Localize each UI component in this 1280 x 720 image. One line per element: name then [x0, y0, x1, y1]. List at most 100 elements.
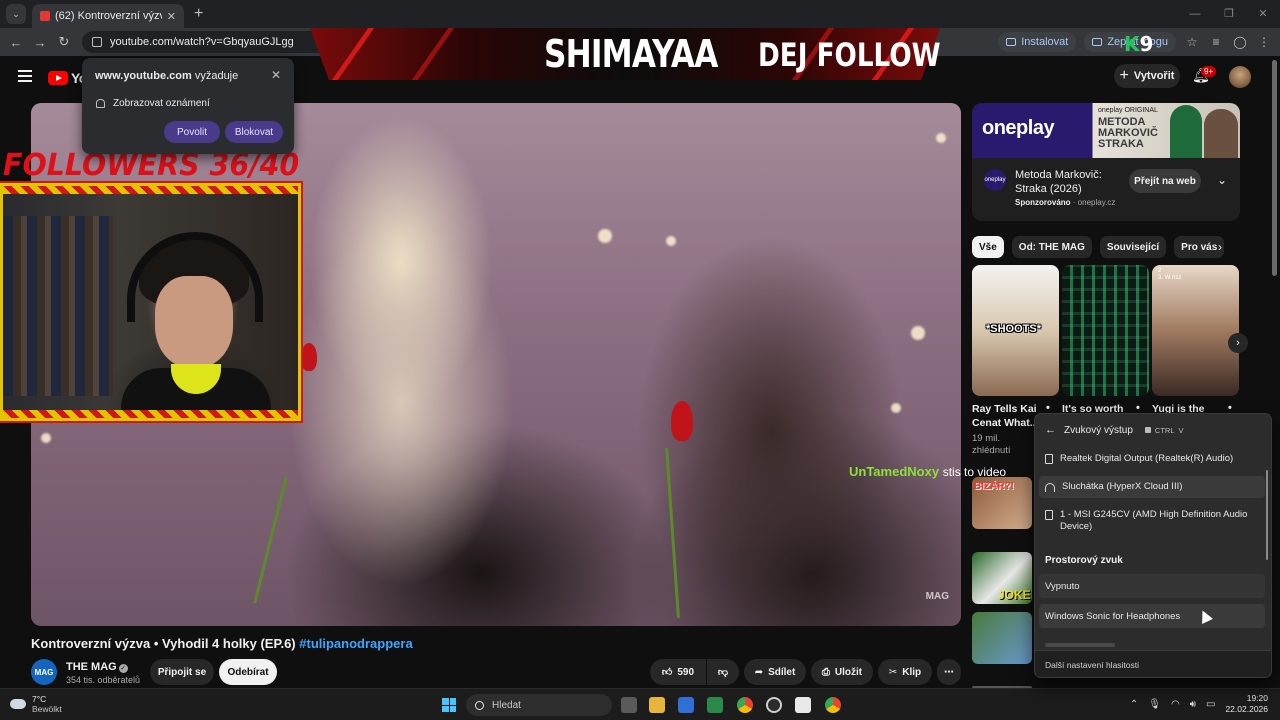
short-caption-text: Ray Tells Kai Cenat What...	[972, 403, 1039, 429]
store-icon[interactable]	[678, 697, 694, 713]
sponsored-ad-card[interactable]: oneplay oneplay ORIGINAL METODA MARKOVIČ S…	[972, 103, 1240, 221]
battery-icon[interactable]: ▭	[1206, 699, 1215, 710]
join-button[interactable]: Připojit se	[150, 659, 214, 685]
tab-close-icon[interactable]: ✕	[167, 10, 176, 23]
shortcut-ctrl: CTRL	[1154, 425, 1175, 435]
ad-advertiser-logo: oneplay	[984, 169, 1006, 191]
more-actions-button[interactable]: ⋯	[937, 659, 961, 685]
plus-icon: +	[1119, 67, 1129, 84]
vector-app-icon[interactable]	[707, 697, 723, 713]
dislike-button[interactable]: 👎︎	[707, 659, 739, 685]
audio-device-option[interactable]: 1 - MSI G245CV (AMD High Definition Audi…	[1039, 508, 1265, 538]
site-info-icon[interactable]	[92, 37, 102, 47]
install-app-button[interactable]: Instalovat	[998, 32, 1077, 52]
chip-related[interactable]: Související	[1099, 236, 1167, 258]
maximize-icon[interactable]: ❐	[1212, 0, 1246, 28]
install-label: Instalovat	[1021, 36, 1069, 48]
start-windows-icon[interactable]	[442, 698, 456, 712]
weather-widget[interactable]: 7°C Bewölkt	[10, 694, 62, 714]
save-button[interactable]: ⎙ Uložit	[811, 659, 873, 685]
permission-close-icon[interactable]: ✕	[271, 68, 281, 82]
chrome-profile-icon[interactable]	[825, 697, 841, 713]
chrome-icon[interactable]	[737, 697, 753, 713]
wifi-icon[interactable]: ◠	[1171, 699, 1180, 710]
browser-menu-icon[interactable]: ⋮	[1256, 35, 1272, 49]
bell-icon	[96, 99, 105, 108]
flyout-partially-hidden-item	[1045, 640, 1257, 650]
back-arrow-icon[interactable]: ←	[1045, 424, 1056, 436]
obs-icon[interactable]	[766, 697, 782, 713]
ad-visit-site-button[interactable]: Přejít na web	[1129, 169, 1201, 193]
permission-request-text: Zobrazovat oznámení	[113, 98, 210, 109]
audio-device-option-selected[interactable]: Sluchátka (HyperX Cloud III)	[1039, 476, 1265, 498]
media-controls-icon[interactable]: ≡	[1208, 35, 1224, 49]
channel-name-text: THE MAG	[66, 661, 117, 673]
channel-avatar[interactable]: MAG	[31, 659, 57, 685]
clip-button[interactable]: ✂ Klip	[878, 659, 932, 685]
like-button[interactable]: 👍︎ 590	[650, 659, 706, 685]
block-button[interactable]: Blokovat	[225, 121, 283, 143]
flyout-header: ← Zvukový výstup CTRL V	[1045, 424, 1184, 436]
chip-all[interactable]: Vše	[972, 236, 1004, 258]
chip-for-you[interactable]: Pro vás	[1174, 236, 1225, 258]
more-volume-settings-link[interactable]: Další nastavení hlasitosti	[1035, 650, 1271, 677]
allow-button[interactable]: Povolit	[164, 121, 220, 143]
back-arrow-icon[interactable]: ←	[4, 35, 28, 50]
guide-menu-icon[interactable]	[18, 70, 32, 82]
audio-device-option[interactable]: Realtek Digital Output (Realtek(R) Audio…	[1039, 451, 1265, 471]
video-thumbnail[interactable]: JOKE	[972, 552, 1032, 604]
video-hashtag-link[interactable]: #tulipanodrappera	[299, 636, 412, 651]
short-thumbnail[interactable]	[1062, 265, 1149, 396]
short-thumbnail[interactable]: 2 3. W rizz	[1152, 265, 1239, 396]
bookmark-star-icon[interactable]: ☆	[1184, 35, 1200, 49]
shorts-next-arrow-icon[interactable]: ›	[1228, 333, 1248, 353]
create-button[interactable]: + Vytvořit	[1114, 64, 1180, 88]
forward-arrow-icon[interactable]: →	[28, 35, 52, 50]
related-filter-chips: Vše Od: THE MAG Související Pro vás	[972, 236, 1225, 258]
short-caption[interactable]: Ray Tells Kai Cenat What...	[972, 402, 1042, 430]
k9-logo-n: 9	[1139, 32, 1154, 56]
microphone-icon[interactable]: 🎙︎	[1148, 699, 1161, 710]
new-tab-plus-icon[interactable]: +	[194, 5, 203, 23]
minimize-icon[interactable]: —	[1178, 0, 1212, 28]
streamer-headset	[127, 232, 263, 322]
volume-icon[interactable]: 🔊︎	[1190, 699, 1196, 710]
youtube-favicon-icon	[40, 11, 50, 21]
scissors-icon: ✂	[888, 666, 898, 678]
save-label: Uložit	[834, 666, 863, 678]
bokeh-light	[598, 229, 612, 243]
flyout-scrollbar[interactable]	[1266, 470, 1268, 560]
shortcut-v: V	[1178, 425, 1184, 435]
speaker-device-icon	[1045, 454, 1053, 464]
share-button[interactable]: ➦ Sdílet	[744, 659, 806, 685]
video-thumbnail[interactable]: BIZÁR?!	[972, 477, 1032, 529]
taskbar-search[interactable]: Hledat	[466, 694, 612, 716]
short-thumbnail[interactable]: *SHOOTS*	[972, 265, 1059, 396]
ad-title: Metoda Markovič: Straka (2026)	[1015, 169, 1102, 195]
thumbnail-overlay-text: BIZÁR?!	[974, 481, 1014, 492]
cloud-icon	[10, 699, 26, 709]
account-avatar[interactable]	[1229, 66, 1251, 88]
browser-tab[interactable]: (62) Kontroverzní výzva • Vy ✕	[32, 4, 184, 28]
tab-search-chevron-icon[interactable]: ⌄	[6, 4, 26, 24]
channel-name[interactable]: THE MAG ✓	[66, 661, 128, 673]
clip-label: Klip	[902, 666, 922, 678]
show-hidden-icons-icon[interactable]: ⌃	[1130, 699, 1138, 710]
task-view-icon[interactable]	[621, 697, 637, 713]
video-thumbnail[interactable]	[972, 612, 1032, 664]
close-window-icon[interactable]: ✕	[1246, 0, 1280, 28]
ad-expand-chevron-icon[interactable]: ⌄	[1217, 173, 1227, 187]
ad-banner-title-3: STRAKA	[1098, 138, 1144, 150]
subscribe-button[interactable]: Odebírat	[219, 659, 277, 685]
reload-icon[interactable]: ↻	[52, 34, 76, 50]
capcut-icon[interactable]	[795, 697, 811, 713]
file-explorer-icon[interactable]	[649, 697, 665, 713]
chips-next-arrow-icon[interactable]: ›	[1218, 240, 1222, 254]
page-scrollbar[interactable]	[1272, 60, 1277, 276]
spatial-option-off[interactable]: Vypnuto	[1039, 574, 1265, 598]
headphones-icon	[1045, 483, 1055, 492]
spatial-option-windows-sonic[interactable]: Windows Sonic for Headphones	[1039, 604, 1265, 628]
profile-icon[interactable]: ◯	[1232, 35, 1248, 49]
chip-from-channel[interactable]: Od: THE MAG	[1011, 236, 1092, 258]
clock[interactable]: 19:20 22.02.2026	[1225, 693, 1268, 715]
